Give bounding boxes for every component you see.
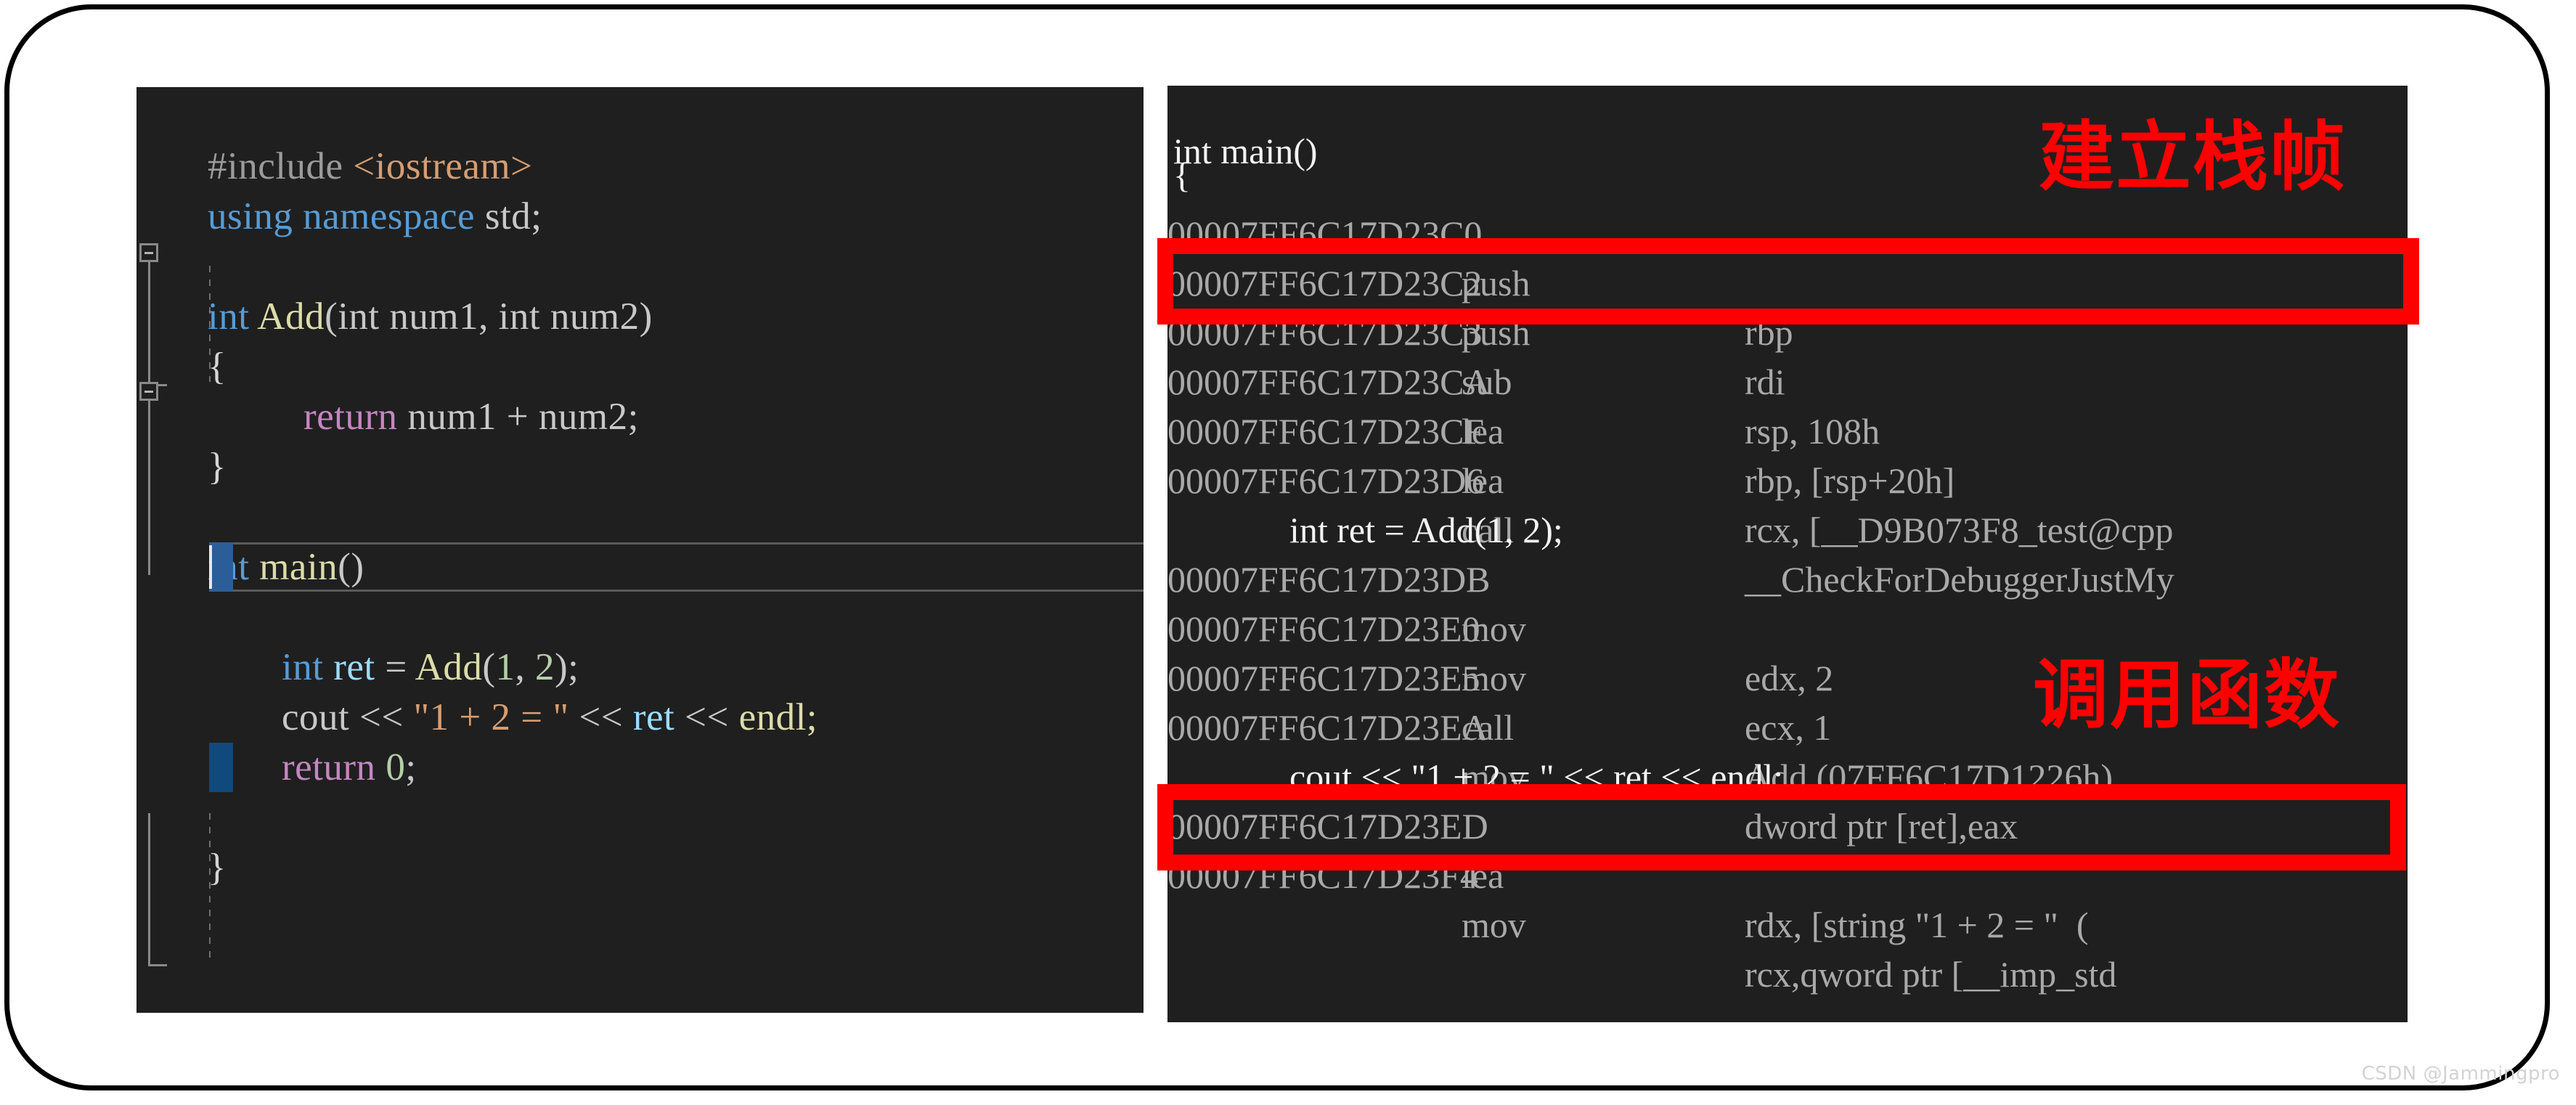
source-line[interactable]: #include <iostream> bbox=[136, 91, 1144, 187]
disasm-instruction-row[interactable]: 00007FF6C17D23C2 push rdi bbox=[1167, 209, 2408, 402]
instruction-address: 00007FF6C17D23F4 bbox=[1167, 855, 1478, 896]
matching-brace-highlight bbox=[209, 743, 233, 792]
disassembly-view[interactable]: int main() { 00007FF6C17D23C0 push rbp 0… bbox=[1167, 86, 2408, 1022]
disasm-instruction-row[interactable]: 00007FF6C17D23D6 call __CheckForDebugger… bbox=[1167, 407, 2408, 600]
text-caret bbox=[209, 545, 212, 589]
source-line[interactable]: } bbox=[136, 743, 1144, 889]
source-line[interactable]: } bbox=[136, 392, 1144, 488]
cpp-source-editor[interactable]: #include <iostream> using namespace std;… bbox=[136, 87, 1144, 1013]
disasm-instruction-row[interactable]: 00007FF6C17D23E0 mov ecx, 1 bbox=[1167, 555, 2408, 748]
disasm-instruction-row[interactable]: 00007FF6C17D23ED lea rdx, [string "1 + 2… bbox=[1167, 752, 2408, 945]
disasm-instruction-row[interactable]: 00007FF6C17D23DB mov edx, 2 bbox=[1167, 505, 2408, 698]
source-line-blank[interactable] bbox=[136, 192, 1144, 242]
source-line[interactable]: cout << "1 + 2 = " << ret << endl; bbox=[136, 643, 1144, 738]
brace-selection-highlight bbox=[209, 542, 233, 592]
annotation-label-establish-stack-frame: 建立栈帧 bbox=[2039, 113, 2347, 201]
watermark-text: CSDN @Jammingpro bbox=[2361, 1063, 2560, 1085]
source-line-blank[interactable] bbox=[136, 442, 1144, 492]
source-line[interactable]: int main() bbox=[136, 492, 1144, 588]
disasm-instruction-row[interactable]: 00007FF6C17D23F4 mov rcx,qword ptr [__im… bbox=[1167, 802, 2408, 995]
source-line-current[interactable]: { bbox=[136, 542, 1144, 788]
source-line[interactable]: { bbox=[136, 292, 1144, 388]
source-line[interactable]: int Add(int num1, int num2) bbox=[136, 242, 1144, 338]
source-lines: #include <iostream> using namespace std;… bbox=[136, 91, 1144, 889]
source-line[interactable]: return 0; bbox=[136, 693, 1144, 788]
disasm-instruction-row[interactable]: 00007FF6C17D23CA lea rbp, [rsp+20h] bbox=[1167, 308, 2408, 501]
screenshot-root: #include <iostream> using namespace std;… bbox=[0, 0, 2576, 1105]
disasm-instruction-row[interactable]: 00007FF6C17D23CF lea rcx, [__D9B073F8_te… bbox=[1167, 357, 2408, 550]
indent-guide-main bbox=[209, 813, 211, 958]
current-line-highlight bbox=[209, 542, 1144, 592]
source-line[interactable]: using namespace std; bbox=[136, 142, 1144, 237]
disasm-instruction-row[interactable]: 00007FF6C17D23C3 sub rsp, 108h bbox=[1167, 258, 2408, 452]
instruction-operands: rdx, [string "1 + 2 = " ( bbox=[1745, 905, 2089, 945]
fold-foot-main bbox=[148, 964, 167, 966]
source-line[interactable]: int ret = Add(1, 2); bbox=[136, 592, 1144, 688]
instruction-operands: rcx,qword ptr [__imp_std bbox=[1745, 954, 2117, 995]
instruction-mnemonic: mov bbox=[1462, 905, 1526, 945]
fold-rail-main-lower bbox=[148, 813, 150, 966]
disasm-source-row[interactable]: int ret = Add(1, 2); bbox=[1167, 456, 2408, 550]
annotation-label-call-function: 调用函数 bbox=[2033, 651, 2341, 739]
source-line[interactable]: return num1 + num2; bbox=[136, 342, 1144, 438]
